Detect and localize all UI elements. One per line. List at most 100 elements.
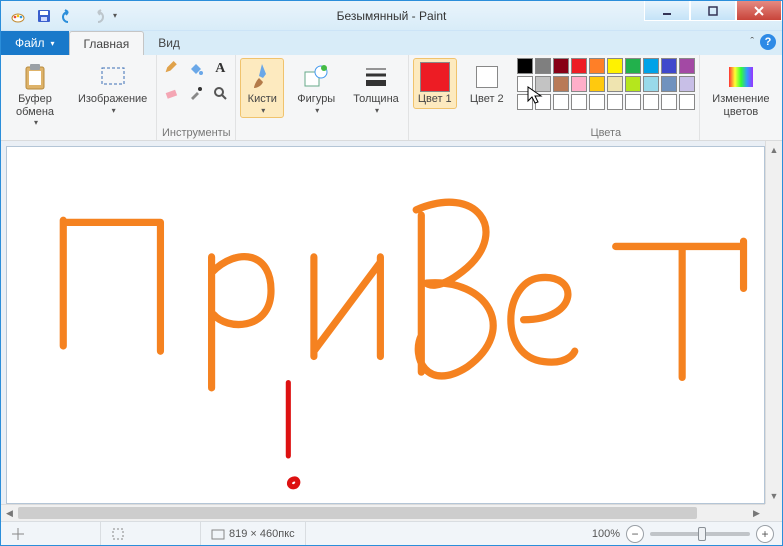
scroll-thumb[interactable]: [18, 507, 697, 519]
chevron-down-icon: ▾: [112, 106, 116, 115]
color-palette: [517, 58, 695, 110]
help-icon[interactable]: ?: [760, 34, 776, 50]
horizontal-scrollbar[interactable]: ◀ ▶: [1, 504, 765, 521]
app-icon[interactable]: [7, 5, 29, 27]
select-button[interactable]: Изображение ▾: [73, 58, 152, 118]
color-swatch[interactable]: [517, 94, 533, 110]
color-swatch[interactable]: [607, 58, 623, 74]
titlebar: ▾ Безымянный - Paint: [1, 1, 782, 31]
group-image: Изображение ▾: [69, 55, 157, 140]
color-swatch[interactable]: [571, 94, 587, 110]
chevron-down-icon: ▾: [261, 106, 265, 115]
qat-dropdown-icon[interactable]: ▾: [113, 11, 117, 20]
color-swatch[interactable]: [679, 94, 695, 110]
color-swatch[interactable]: [535, 94, 551, 110]
vertical-scrollbar[interactable]: ▲ ▼: [765, 141, 782, 504]
group-brushes: Кисти ▾: [236, 55, 288, 140]
undo-icon[interactable]: [59, 5, 81, 27]
color-swatch[interactable]: [679, 76, 695, 92]
color-swatch[interactable]: [589, 94, 605, 110]
status-bar: 819 × 460пкс 100% − +: [1, 521, 782, 545]
magnifier-tool-icon[interactable]: [209, 82, 231, 104]
color-swatch[interactable]: [661, 94, 677, 110]
ribbon-tabs: Файл▾ Главная Вид ˆ ?: [1, 31, 782, 55]
picker-tool-icon[interactable]: [185, 82, 207, 104]
color-swatch[interactable]: [625, 58, 641, 74]
close-button[interactable]: [736, 1, 782, 21]
color-swatch[interactable]: [607, 94, 623, 110]
fill-tool-icon[interactable]: [185, 58, 207, 80]
canvas[interactable]: [7, 147, 764, 503]
eraser-tool-icon[interactable]: [161, 82, 183, 104]
zoom-slider-knob[interactable]: [698, 527, 706, 541]
shapes-button[interactable]: Фигуры ▾: [292, 58, 340, 118]
maximize-button[interactable]: [690, 1, 736, 21]
color-swatch[interactable]: [589, 76, 605, 92]
color-swatch[interactable]: [553, 58, 569, 74]
group-edit-colors: Изменение цветов: [700, 55, 782, 140]
color-swatch[interactable]: [625, 76, 641, 92]
dimensions-icon: [211, 527, 225, 541]
color-swatch[interactable]: [535, 58, 551, 74]
quick-access-toolbar: ▾: [1, 5, 123, 27]
chevron-down-icon: ▾: [51, 39, 55, 48]
size-button[interactable]: Толщина ▾: [348, 58, 404, 118]
color-swatch[interactable]: [643, 94, 659, 110]
pencil-tool-icon[interactable]: [161, 58, 183, 80]
crosshair-icon: [11, 527, 25, 541]
group-size: Толщина ▾: [344, 55, 409, 140]
text-tool-icon[interactable]: A: [209, 58, 231, 80]
zoom-slider[interactable]: [650, 532, 750, 536]
redo-icon[interactable]: [85, 5, 107, 27]
paste-button[interactable]: Буфер обмена ▾: [5, 58, 65, 130]
color-swatch[interactable]: [679, 58, 695, 74]
save-icon[interactable]: [33, 5, 55, 27]
edit-colors-button[interactable]: Изменение цветов: [704, 58, 778, 121]
chevron-down-icon: ▾: [34, 118, 38, 127]
ribbon: Буфер обмена ▾ Изображение ▾ A Инструмен…: [1, 55, 782, 141]
group-color1: Цвет 1: [409, 55, 461, 140]
color-swatch[interactable]: [535, 76, 551, 92]
collapse-ribbon-icon[interactable]: ˆ: [750, 36, 754, 48]
color-swatch[interactable]: [643, 76, 659, 92]
color-swatch[interactable]: [571, 58, 587, 74]
color1-button[interactable]: Цвет 1: [413, 58, 457, 109]
color-swatch[interactable]: [517, 76, 533, 92]
canvas-viewport: ▲ ▼ ◀ ▶: [1, 141, 782, 521]
brushes-button[interactable]: Кисти ▾: [240, 58, 284, 118]
window-buttons: [644, 1, 782, 21]
color-swatch[interactable]: [589, 58, 605, 74]
group-clipboard: Буфер обмена ▾: [1, 55, 69, 140]
group-colors: Цвета: [513, 55, 700, 140]
color-swatch[interactable]: [553, 94, 569, 110]
scroll-up-icon[interactable]: ▲: [766, 141, 782, 158]
status-position: [1, 522, 101, 545]
color-swatch[interactable]: [571, 76, 587, 92]
group-color2: Цвет 2: [461, 55, 513, 140]
zoom-in-button[interactable]: +: [756, 525, 774, 543]
scroll-corner: [765, 504, 782, 521]
tab-view[interactable]: Вид: [144, 31, 194, 55]
window: ▾ Безымянный - Paint Файл▾ Главная Вид ˆ…: [0, 0, 783, 546]
color2-button[interactable]: Цвет 2: [465, 58, 509, 109]
chevron-down-icon: ▾: [315, 106, 319, 115]
work-area: ▲ ▼ ◀ ▶: [1, 141, 782, 521]
color-swatch[interactable]: [625, 94, 641, 110]
tab-home[interactable]: Главная: [69, 31, 145, 55]
color-swatch[interactable]: [661, 58, 677, 74]
scroll-left-icon[interactable]: ◀: [1, 505, 18, 521]
minimize-button[interactable]: [644, 1, 690, 21]
color-swatch[interactable]: [517, 58, 533, 74]
color-swatch[interactable]: [553, 76, 569, 92]
scroll-down-icon[interactable]: ▼: [766, 487, 782, 504]
zoom-controls: 100% − +: [592, 525, 774, 543]
scroll-right-icon[interactable]: ▶: [748, 505, 765, 521]
color-swatch[interactable]: [661, 76, 677, 92]
chevron-down-icon: ▾: [375, 106, 379, 115]
zoom-out-button[interactable]: −: [626, 525, 644, 543]
color-swatch[interactable]: [607, 76, 623, 92]
color-swatch[interactable]: [643, 58, 659, 74]
tab-file[interactable]: Файл▾: [1, 31, 69, 55]
group-tools: A Инструменты: [157, 55, 236, 140]
group-shapes: Фигуры ▾: [288, 55, 344, 140]
